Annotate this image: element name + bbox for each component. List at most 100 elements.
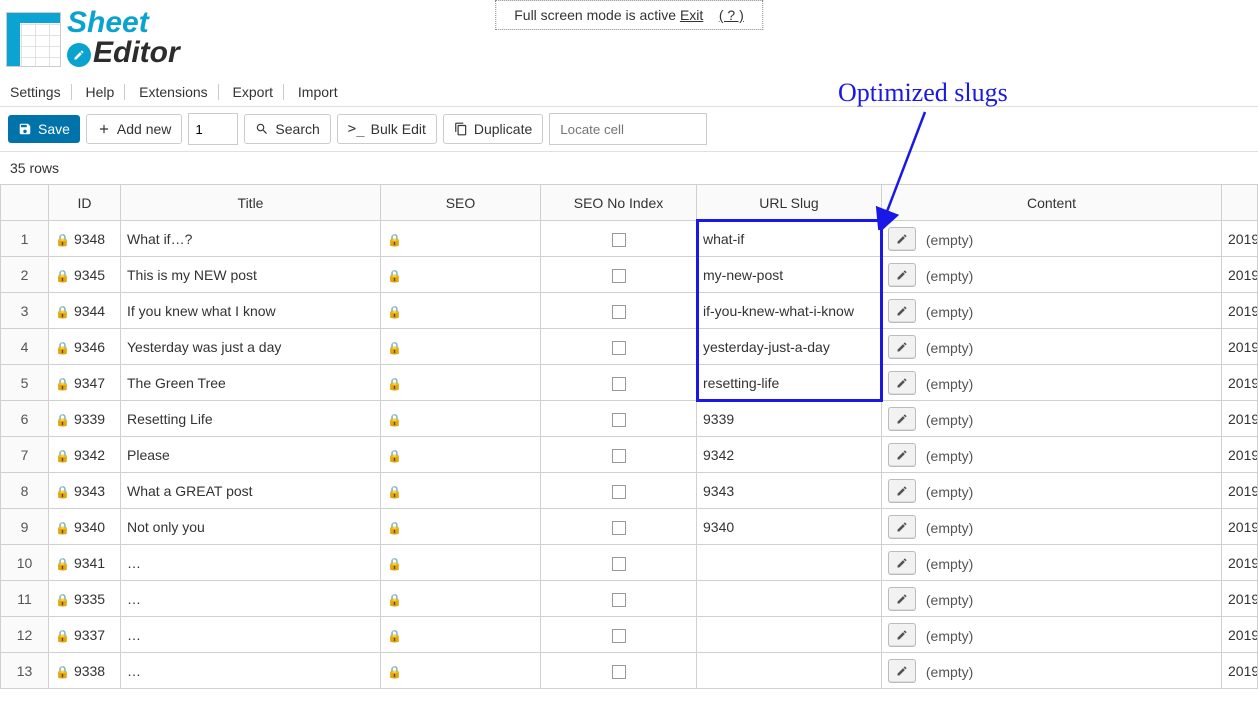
edit-content-button[interactable]	[888, 623, 916, 647]
cell-noindex[interactable]	[541, 473, 697, 509]
cell-title[interactable]: …	[121, 653, 381, 689]
cell-noindex[interactable]	[541, 365, 697, 401]
row-number[interactable]: 8	[1, 473, 49, 509]
col-header-title[interactable]: Title	[121, 185, 381, 221]
cell-noindex[interactable]	[541, 401, 697, 437]
cell-id[interactable]: 🔒9343	[49, 473, 121, 509]
cell-title[interactable]: …	[121, 545, 381, 581]
cell-seo[interactable]: 🔒	[381, 329, 541, 365]
cell-last[interactable]: 2019	[1222, 329, 1258, 365]
cell-title[interactable]: If you knew what I know	[121, 293, 381, 329]
cell-last[interactable]: 2019	[1222, 581, 1258, 617]
checkbox[interactable]	[612, 485, 626, 499]
col-header-id[interactable]: ID	[49, 185, 121, 221]
cell-id[interactable]: 🔒9348	[49, 221, 121, 257]
cell-id[interactable]: 🔒9342	[49, 437, 121, 473]
row-number[interactable]: 6	[1, 401, 49, 437]
row-number[interactable]: 3	[1, 293, 49, 329]
cell-content[interactable]: (empty)	[882, 617, 1222, 653]
add-new-button[interactable]: Add new	[86, 114, 182, 144]
row-number[interactable]: 12	[1, 617, 49, 653]
cell-content[interactable]: (empty)	[882, 473, 1222, 509]
cell-title[interactable]: This is my NEW post	[121, 257, 381, 293]
cell-id[interactable]: 🔒9337	[49, 617, 121, 653]
col-header-seo[interactable]: SEO	[381, 185, 541, 221]
row-number[interactable]: 2	[1, 257, 49, 293]
cell-id[interactable]: 🔒9345	[49, 257, 121, 293]
cell-noindex[interactable]	[541, 617, 697, 653]
row-number[interactable]: 11	[1, 581, 49, 617]
cell-title[interactable]: Yesterday was just a day	[121, 329, 381, 365]
cell-seo[interactable]: 🔒	[381, 617, 541, 653]
cell-slug[interactable]	[697, 581, 882, 617]
cell-content[interactable]: (empty)	[882, 401, 1222, 437]
cell-title[interactable]: Please	[121, 437, 381, 473]
edit-content-button[interactable]	[888, 407, 916, 431]
edit-content-button[interactable]	[888, 515, 916, 539]
cell-slug[interactable]: 9340	[697, 509, 882, 545]
cell-slug[interactable]: 9343	[697, 473, 882, 509]
checkbox[interactable]	[612, 521, 626, 535]
cell-slug[interactable]: if-you-knew-what-i-know	[697, 293, 882, 329]
cell-slug[interactable]: my-new-post	[697, 257, 882, 293]
cell-id[interactable]: 🔒9338	[49, 653, 121, 689]
cell-slug[interactable]: yesterday-just-a-day	[697, 329, 882, 365]
cell-content[interactable]: (empty)	[882, 257, 1222, 293]
checkbox[interactable]	[612, 377, 626, 391]
cell-slug[interactable]	[697, 653, 882, 689]
cell-content[interactable]: (empty)	[882, 437, 1222, 473]
edit-content-button[interactable]	[888, 299, 916, 323]
edit-content-button[interactable]	[888, 587, 916, 611]
cell-id[interactable]: 🔒9344	[49, 293, 121, 329]
checkbox[interactable]	[612, 269, 626, 283]
cell-noindex[interactable]	[541, 221, 697, 257]
cell-noindex[interactable]	[541, 653, 697, 689]
row-number[interactable]: 9	[1, 509, 49, 545]
checkbox[interactable]	[612, 233, 626, 247]
cell-noindex[interactable]	[541, 437, 697, 473]
row-number[interactable]: 7	[1, 437, 49, 473]
cell-last[interactable]: 2019	[1222, 257, 1258, 293]
add-qty-input[interactable]	[188, 113, 238, 145]
row-number[interactable]: 4	[1, 329, 49, 365]
edit-content-button[interactable]	[888, 443, 916, 467]
checkbox[interactable]	[612, 557, 626, 571]
col-header-content[interactable]: Content	[882, 185, 1222, 221]
save-button[interactable]: Save	[8, 115, 80, 143]
row-number[interactable]: 5	[1, 365, 49, 401]
cell-seo[interactable]: 🔒	[381, 401, 541, 437]
cell-id[interactable]: 🔒9346	[49, 329, 121, 365]
edit-content-button[interactable]	[888, 551, 916, 575]
row-number[interactable]: 13	[1, 653, 49, 689]
cell-last[interactable]: 2019	[1222, 221, 1258, 257]
cell-title[interactable]: …	[121, 581, 381, 617]
checkbox[interactable]	[612, 413, 626, 427]
cell-noindex[interactable]	[541, 329, 697, 365]
cell-last[interactable]: 2019	[1222, 617, 1258, 653]
cell-noindex[interactable]	[541, 257, 697, 293]
cell-last[interactable]: 2019	[1222, 653, 1258, 689]
cell-title[interactable]: …	[121, 617, 381, 653]
cell-seo[interactable]: 🔒	[381, 581, 541, 617]
checkbox[interactable]	[612, 305, 626, 319]
cell-title[interactable]: The Green Tree	[121, 365, 381, 401]
cell-content[interactable]: (empty)	[882, 365, 1222, 401]
cell-content[interactable]: (empty)	[882, 329, 1222, 365]
checkbox[interactable]	[612, 629, 626, 643]
row-number[interactable]: 1	[1, 221, 49, 257]
cell-last[interactable]: 2019	[1222, 509, 1258, 545]
search-button[interactable]: Search	[244, 114, 330, 144]
menu-help[interactable]: Help	[75, 84, 125, 100]
cell-content[interactable]: (empty)	[882, 293, 1222, 329]
cell-seo[interactable]: 🔒	[381, 221, 541, 257]
cell-last[interactable]: 2019	[1222, 365, 1258, 401]
cell-seo[interactable]: 🔒	[381, 545, 541, 581]
cell-slug[interactable]: what-if	[697, 221, 882, 257]
fullscreen-exit-link[interactable]: Exit	[680, 7, 703, 23]
cell-slug[interactable]	[697, 617, 882, 653]
cell-last[interactable]: 2019	[1222, 473, 1258, 509]
edit-content-button[interactable]	[888, 263, 916, 287]
checkbox[interactable]	[612, 665, 626, 679]
edit-content-button[interactable]	[888, 227, 916, 251]
duplicate-button[interactable]: Duplicate	[443, 114, 543, 144]
